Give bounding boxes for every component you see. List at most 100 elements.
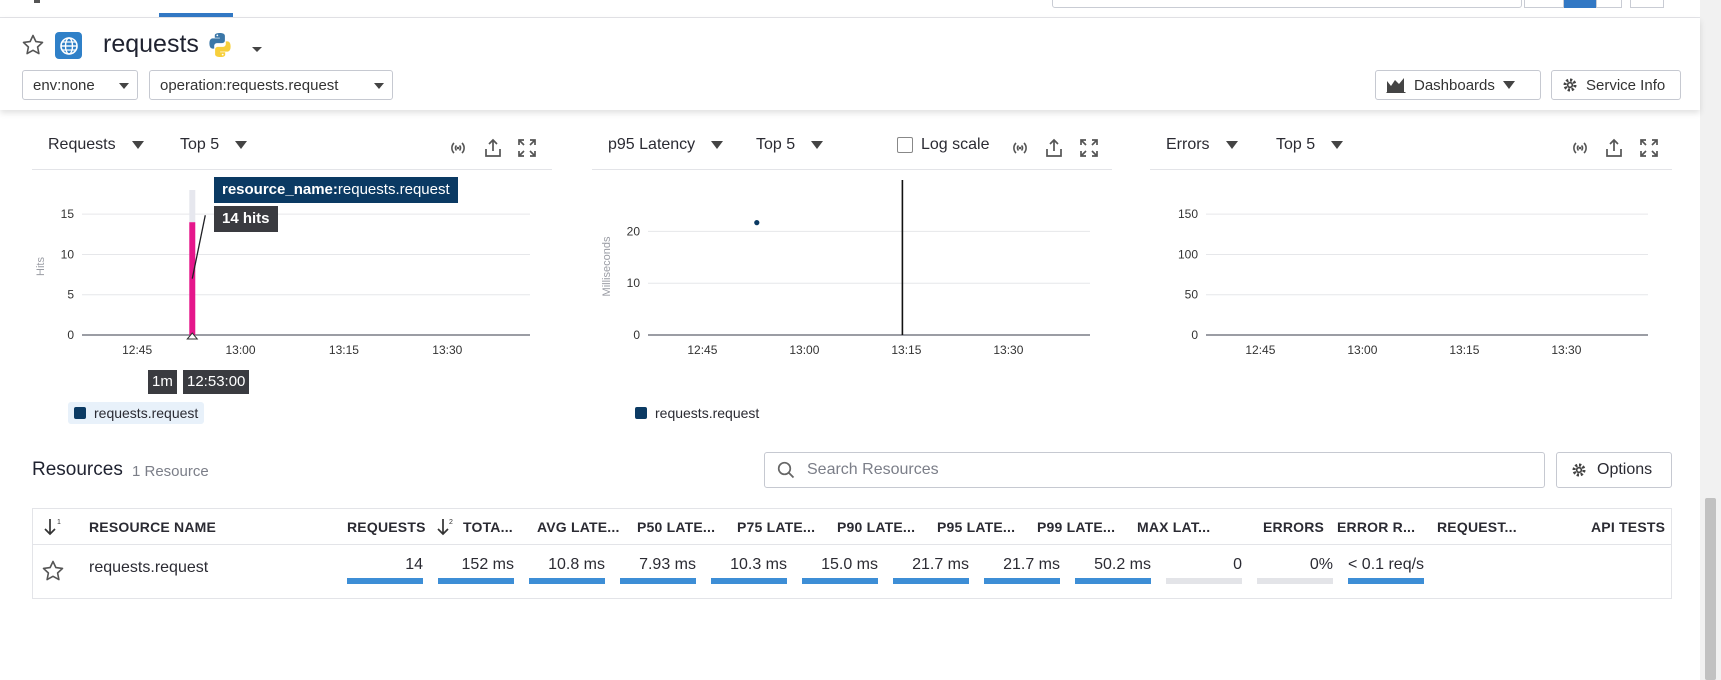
gear-icon <box>1572 463 1586 477</box>
latency-chart-svg[interactable]: 0 10 20 12:45 13:00 13:15 13:30 Milliseconds <box>592 180 1112 395</box>
sort-order-icon[interactable]: 1 <box>43 517 63 542</box>
metric-bar-fill <box>347 578 423 584</box>
toggle-right[interactable] <box>1596 0 1622 8</box>
legend-item-latency[interactable]: requests.request <box>629 402 765 424</box>
top-search-input[interactable] <box>1052 0 1522 8</box>
metric-bar <box>1166 578 1242 584</box>
options-button[interactable]: Options <box>1556 452 1672 488</box>
x-tick-label: 13:15 <box>329 343 359 357</box>
metric-select-requests[interactable]: Requests <box>48 136 144 154</box>
metric-select-errors[interactable]: Errors <box>1166 136 1238 154</box>
crosshair-marker <box>186 332 199 340</box>
y-tick-label: 20 <box>627 224 641 238</box>
chevron-down-icon <box>711 141 724 149</box>
metric-bar-fill <box>438 578 514 584</box>
metric-cell: 10.3 ms <box>711 556 787 586</box>
env-filter-dropdown[interactable]: env:none <box>22 70 138 100</box>
legend-swatch <box>635 407 647 419</box>
x-tick-label: 13:30 <box>432 343 462 357</box>
col-total-time[interactable]: TOTA... <box>463 519 513 535</box>
col-api-tests[interactable]: API TESTS <box>1591 519 1665 535</box>
service-switcher-chevron-down-icon[interactable] <box>251 41 263 59</box>
errors-chart-svg[interactable]: 0 50 100 150 12:45 13:00 13:15 13:30 <box>1150 180 1672 395</box>
apm-service-page: requests env:none operation:requests.req… <box>0 0 1721 680</box>
live-signal-icon[interactable] <box>1569 137 1591 159</box>
expand-icon[interactable] <box>1638 137 1660 159</box>
col-max-latency[interactable]: MAX LAT... <box>1137 519 1210 535</box>
metric-bar-fill <box>984 578 1060 584</box>
metric-bar <box>620 578 696 584</box>
export-icon[interactable] <box>1603 137 1625 159</box>
resource-name-cell[interactable]: requests.request <box>89 559 208 577</box>
toggle-extra[interactable] <box>1630 0 1664 8</box>
bar-hover-band <box>189 190 196 223</box>
col-p99-latency[interactable]: P99 LATE... <box>1037 519 1115 535</box>
checkbox-box[interactable] <box>897 137 913 153</box>
scrollbar-thumb[interactable] <box>1705 498 1716 680</box>
col-error-rate[interactable]: ERROR R... <box>1337 519 1415 535</box>
table-row[interactable]: requests.request 14 152 ms 10.8 ms 7.93 ms 1… <box>33 545 1671 599</box>
col-request-rate[interactable]: REQUEST... <box>1437 519 1517 535</box>
metric-select-label: Requests <box>48 136 116 153</box>
topn-select-label: Top 5 <box>756 136 796 153</box>
topn-select-label: Top 5 <box>1276 136 1316 153</box>
operation-filter-dropdown[interactable]: operation:requests.request <box>149 70 393 100</box>
metric-bar <box>984 578 1060 584</box>
search-icon <box>777 461 795 479</box>
topn-select-requests[interactable]: Top 5 <box>180 136 248 154</box>
metric-cell: 21.7 ms <box>984 556 1060 586</box>
y-tick-label: 0 <box>67 328 74 342</box>
y-tick-label: 0 <box>633 328 640 342</box>
toggle-active[interactable] <box>1564 0 1596 8</box>
metric-cell: 10.8 ms <box>529 556 605 586</box>
col-p50-latency[interactable]: P50 LATE... <box>637 519 715 535</box>
metric-bar-fill <box>1075 578 1151 584</box>
service-info-button[interactable]: Service Info <box>1551 70 1681 100</box>
export-icon[interactable] <box>482 137 504 159</box>
requests-chart[interactable]: 0 5 10 15 12:45 13:00 13:15 13:30 Hits <box>32 180 552 400</box>
expand-icon[interactable] <box>516 137 538 159</box>
chevron-down-icon <box>374 83 384 89</box>
metric-bar <box>438 578 514 584</box>
metric-value: 21.7 ms <box>912 556 969 573</box>
y-axis-label: Hits <box>35 257 47 276</box>
col-p95-latency[interactable]: P95 LATE... <box>937 519 1015 535</box>
favorite-star-icon[interactable] <box>20 32 46 58</box>
tooltip-interval: 1m <box>148 370 177 394</box>
tooltip-key: resource_name: <box>222 181 338 198</box>
legend-item-requests[interactable]: requests.request <box>68 402 205 424</box>
topn-select-errors[interactable]: Top 5 <box>1276 136 1344 154</box>
export-icon[interactable] <box>1043 137 1065 159</box>
metric-select-latency[interactable]: p95 Latency <box>608 136 724 154</box>
live-signal-icon[interactable] <box>447 137 469 159</box>
col-p90-latency[interactable]: P90 LATE... <box>837 519 915 535</box>
latency-chart[interactable]: 0 10 20 12:45 13:00 13:15 13:30 Milliseconds <box>592 180 1112 400</box>
gear-icon <box>1563 78 1577 92</box>
toggle-left[interactable] <box>1524 0 1564 8</box>
favorite-star-icon[interactable] <box>41 559 65 588</box>
metric-bar <box>1348 578 1424 584</box>
svg-text:1: 1 <box>57 519 61 526</box>
metric-bar <box>802 578 878 584</box>
col-p75-latency[interactable]: P75 LATE... <box>737 519 815 535</box>
requests-chart-svg[interactable]: 0 5 10 15 12:45 13:00 13:15 13:30 Hits <box>32 180 552 395</box>
dashboards-button[interactable]: Dashboards <box>1375 70 1541 100</box>
metric-cell: 7.93 ms <box>620 556 696 586</box>
log-scale-label: Log scale <box>921 136 990 153</box>
col-errors[interactable]: ERRORS <box>1263 519 1324 535</box>
topn-select-latency[interactable]: Top 5 <box>756 136 824 154</box>
resource-search-input[interactable] <box>807 461 1507 479</box>
col-resource-name[interactable]: RESOURCE NAME <box>89 519 216 535</box>
metric-bar <box>529 578 605 584</box>
col-avg-latency[interactable]: AVG LATE... <box>537 519 620 535</box>
expand-icon[interactable] <box>1078 137 1100 159</box>
sort-desc-icon[interactable]: 2 <box>437 517 455 542</box>
errors-chart[interactable]: 0 50 100 150 12:45 13:00 13:15 13:30 <box>1150 180 1672 400</box>
log-scale-checkbox[interactable]: Log scale <box>897 136 990 154</box>
live-signal-icon[interactable] <box>1009 137 1031 159</box>
topn-select-label: Top 5 <box>180 136 220 153</box>
col-requests[interactable]: REQUESTS <box>347 519 426 535</box>
x-tick-label: 12:45 <box>122 343 152 357</box>
resource-search-field[interactable] <box>764 452 1545 488</box>
metric-bar-fill <box>711 578 787 584</box>
